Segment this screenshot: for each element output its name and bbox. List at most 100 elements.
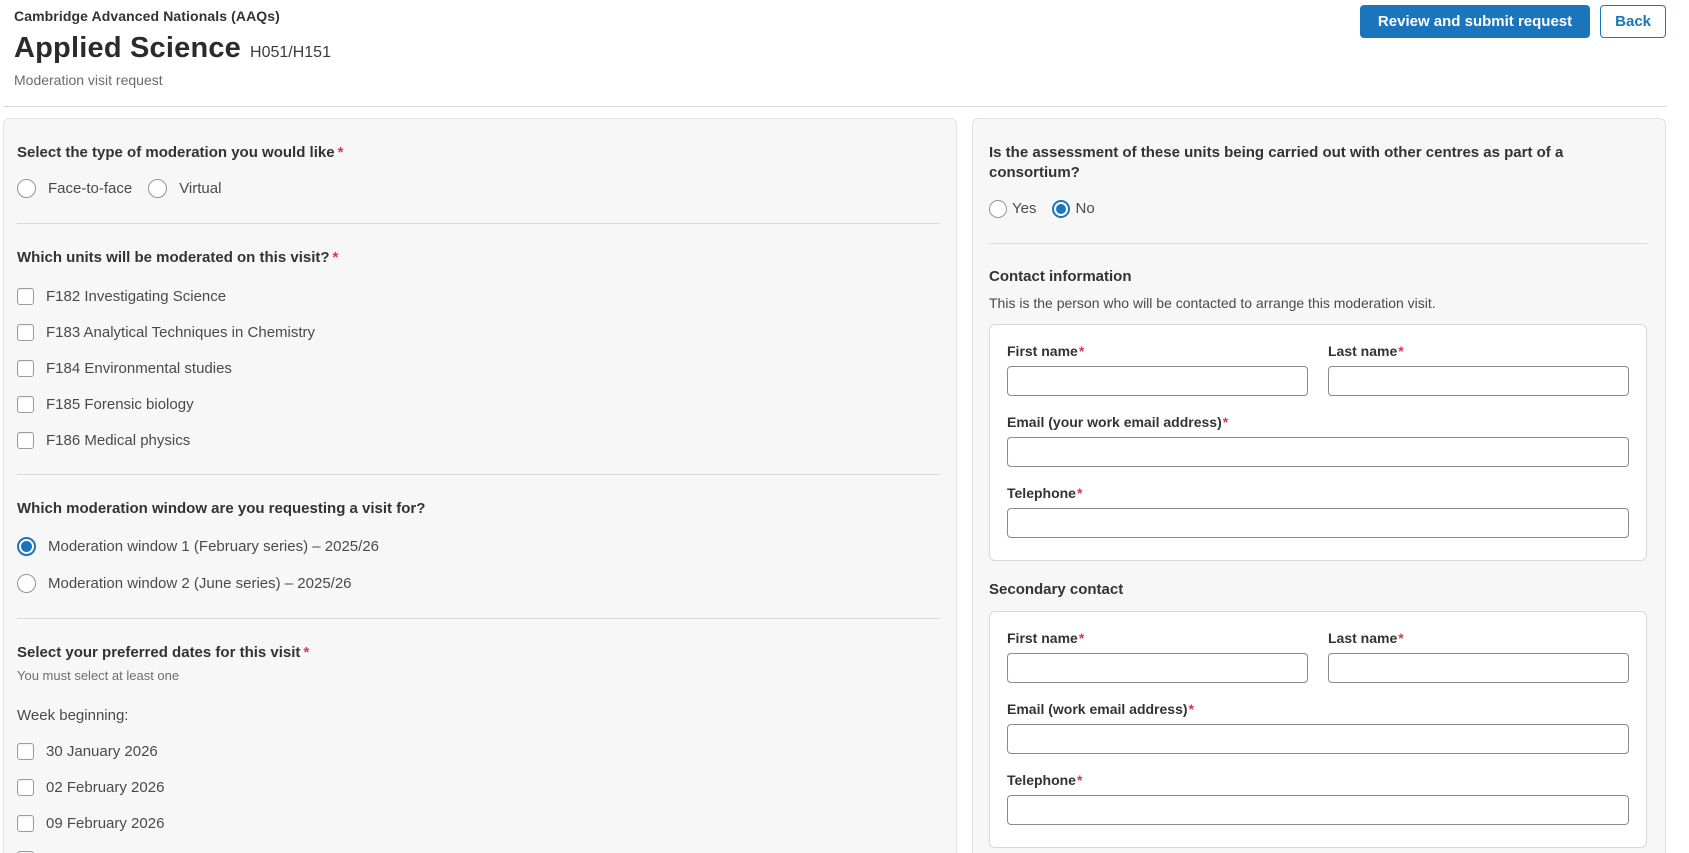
- secondary-last-name-input[interactable]: [1328, 653, 1629, 683]
- date-option-02-february-2026[interactable]: 02 February 2026: [17, 779, 940, 796]
- f184-label: F184 Environmental studies: [46, 360, 232, 377]
- page-header: Cambridge Advanced Nationals (AAQs) Appl…: [3, 0, 1666, 107]
- f184-checkbox[interactable]: [17, 360, 34, 377]
- secondary-email-input[interactable]: [1007, 724, 1629, 754]
- f186-checkbox[interactable]: [17, 432, 34, 449]
- moderation-window-question: Which moderation window are you requesti…: [17, 499, 940, 519]
- section-divider: [17, 618, 940, 619]
- units-question: Which units will be moderated on this vi…: [17, 248, 940, 268]
- required-asterisk: *: [1079, 343, 1084, 359]
- header-actions: Review and submit request Back: [1360, 5, 1666, 38]
- consortium-no-radio[interactable]: [1052, 200, 1070, 218]
- secondary-first-name-label-text: First name: [1007, 630, 1078, 646]
- window-1-radio[interactable]: [17, 537, 36, 556]
- secondary-last-name-label-text: Last name: [1328, 630, 1397, 646]
- window-option-1[interactable]: Moderation window 1 (February series) – …: [17, 537, 940, 556]
- radio-option-no[interactable]: No: [1052, 200, 1094, 218]
- window-2-radio[interactable]: [17, 574, 36, 593]
- contact-last-name-input[interactable]: [1328, 366, 1629, 396]
- visit-details-card: Select the type of moderation you would …: [3, 118, 957, 853]
- contact-information-panel: First name* Last name* Email (your work …: [989, 324, 1647, 561]
- date-02-february-2026-label: 02 February 2026: [46, 779, 164, 796]
- date-09-february-2026-checkbox[interactable]: [17, 815, 34, 832]
- required-asterisk: *: [338, 144, 344, 161]
- consortium-yes-radio[interactable]: [989, 200, 1007, 218]
- date-02-february-2026-checkbox[interactable]: [17, 779, 34, 796]
- virtual-radio[interactable]: [148, 179, 167, 198]
- contact-telephone-input[interactable]: [1007, 508, 1629, 538]
- f183-checkbox[interactable]: [17, 324, 34, 341]
- face-to-face-radio[interactable]: [17, 179, 36, 198]
- contact-first-name-label-text: First name: [1007, 343, 1078, 359]
- contact-email-input[interactable]: [1007, 437, 1629, 467]
- radio-option-virtual[interactable]: Virtual: [148, 179, 221, 198]
- page-subtitle: Moderation visit request: [14, 72, 1666, 88]
- secondary-email-label-text: Email (work email address): [1007, 701, 1188, 717]
- moderation-window-section: Which moderation window are you requesti…: [17, 499, 940, 593]
- secondary-first-name-label: First name*: [1007, 630, 1308, 646]
- f183-label: F183 Analytical Techniques in Chemistry: [46, 324, 315, 341]
- required-asterisk: *: [1079, 630, 1084, 646]
- f182-label: F182 Investigating Science: [46, 288, 226, 305]
- secondary-first-name-input[interactable]: [1007, 653, 1308, 683]
- f182-checkbox[interactable]: [17, 288, 34, 305]
- unit-option-f183[interactable]: F183 Analytical Techniques in Chemistry: [17, 324, 940, 341]
- window-2-label: Moderation window 2 (June series) – 2025…: [48, 575, 352, 592]
- unit-option-f186[interactable]: F186 Medical physics: [17, 432, 940, 449]
- review-and-submit-button[interactable]: Review and submit request: [1360, 5, 1590, 38]
- page-title: Applied Science: [14, 32, 241, 65]
- f186-label: F186 Medical physics: [46, 432, 190, 449]
- consortium-no-label: No: [1075, 200, 1094, 217]
- preferred-dates-question: Select your preferred dates for this vis…: [17, 643, 940, 663]
- date-option-09-february-2026[interactable]: 09 February 2026: [17, 815, 940, 832]
- moderation-visit-request-page: Cambridge Advanced Nationals (AAQs) Appl…: [0, 0, 1689, 853]
- face-to-face-label: Face-to-face: [48, 180, 132, 197]
- f185-label: F185 Forensic biology: [46, 396, 194, 413]
- radio-option-yes[interactable]: Yes: [989, 200, 1036, 218]
- required-asterisk: *: [1077, 485, 1082, 501]
- required-asterisk: *: [1398, 343, 1403, 359]
- units-question-text: Which units will be moderated on this vi…: [17, 249, 330, 266]
- required-asterisk: *: [1398, 630, 1403, 646]
- contact-details-card: Is the assessment of these units being c…: [972, 118, 1666, 853]
- secondary-telephone-label-text: Telephone: [1007, 772, 1076, 788]
- section-divider: [989, 243, 1647, 244]
- secondary-telephone-input[interactable]: [1007, 795, 1629, 825]
- window-option-2[interactable]: Moderation window 2 (June series) – 2025…: [17, 574, 940, 593]
- unit-option-f185[interactable]: F185 Forensic biology: [17, 396, 940, 413]
- unit-option-f182[interactable]: F182 Investigating Science: [17, 288, 940, 305]
- radio-option-face-to-face[interactable]: Face-to-face: [17, 179, 132, 198]
- contact-last-name-label: Last name*: [1328, 343, 1629, 359]
- date-30-january-2026-checkbox[interactable]: [17, 743, 34, 760]
- preferred-dates-question-text: Select your preferred dates for this vis…: [17, 644, 300, 661]
- f185-checkbox[interactable]: [17, 396, 34, 413]
- date-09-february-2026-label: 09 February 2026: [46, 815, 164, 832]
- secondary-email-label: Email (work email address)*: [1007, 701, 1629, 717]
- unit-option-f184[interactable]: F184 Environmental studies: [17, 360, 940, 377]
- consortium-section: Is the assessment of these units being c…: [989, 143, 1647, 218]
- required-asterisk: *: [333, 249, 339, 266]
- back-button[interactable]: Back: [1600, 5, 1666, 38]
- contact-telephone-label-text: Telephone: [1007, 485, 1076, 501]
- consortium-question: Is the assessment of these units being c…: [989, 143, 1647, 184]
- contact-information-heading: Contact information: [989, 268, 1647, 285]
- preferred-dates-hint: You must select at least one: [17, 668, 940, 683]
- unit-code: H051/H151: [250, 44, 331, 62]
- preferred-dates-section: Select your preferred dates for this vis…: [17, 643, 940, 853]
- date-option-30-january-2026[interactable]: 30 January 2026: [17, 743, 940, 760]
- contact-first-name-input[interactable]: [1007, 366, 1308, 396]
- contact-email-label: Email (your work email address)*: [1007, 414, 1629, 430]
- secondary-contact-section: Secondary contact First name* Last name*: [989, 581, 1647, 853]
- secondary-last-name-label: Last name*: [1328, 630, 1629, 646]
- contact-information-section: Contact information This is the person w…: [989, 268, 1647, 561]
- required-asterisk: *: [303, 644, 309, 661]
- required-asterisk: *: [1223, 414, 1228, 430]
- contact-information-description: This is the person who will be contacted…: [989, 295, 1647, 311]
- section-divider: [17, 223, 940, 224]
- moderation-type-section: Select the type of moderation you would …: [17, 143, 940, 198]
- moderation-type-question-text: Select the type of moderation you would …: [17, 144, 335, 161]
- contact-telephone-label: Telephone*: [1007, 485, 1629, 501]
- secondary-contact-panel: First name* Last name* Email (work email…: [989, 611, 1647, 848]
- secondary-telephone-label: Telephone*: [1007, 772, 1629, 788]
- week-beginning-label: Week beginning:: [17, 707, 940, 724]
